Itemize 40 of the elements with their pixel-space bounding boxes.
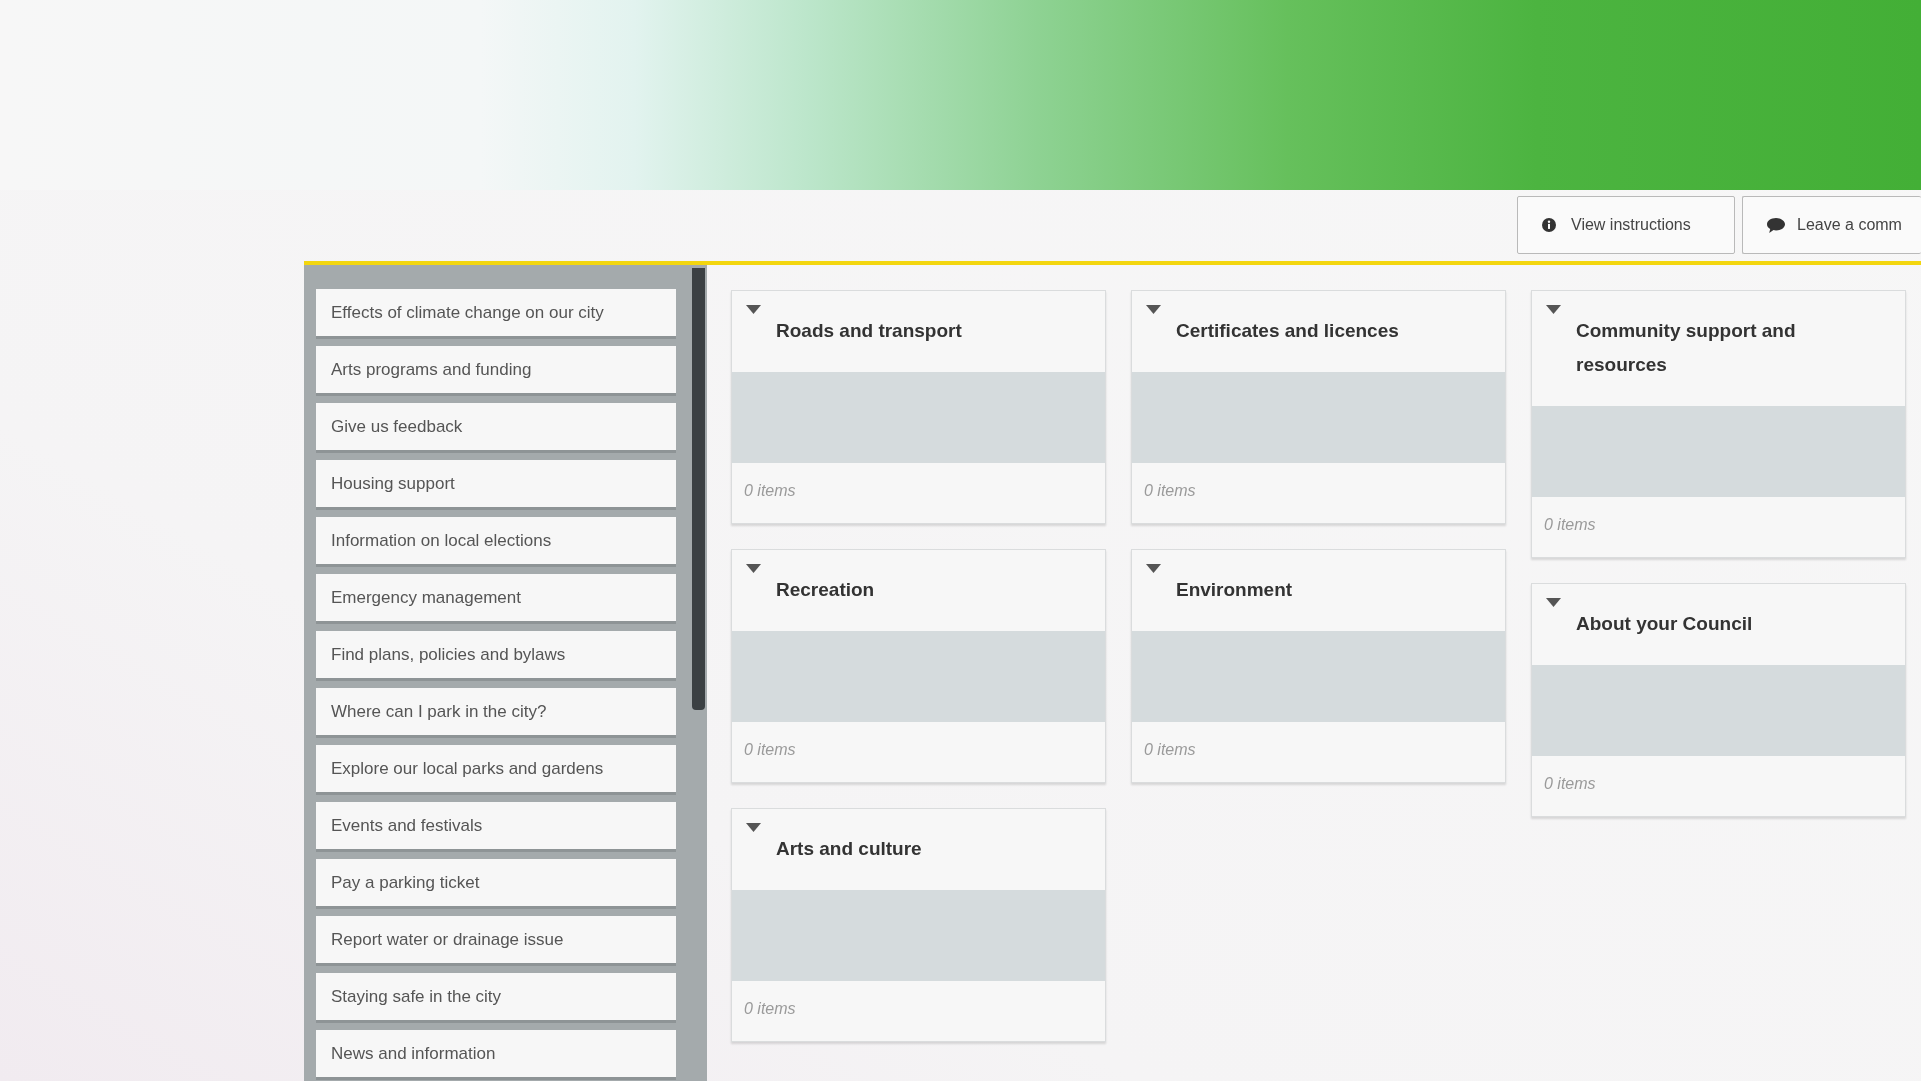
sidebar-item[interactable]: Information on local elections	[316, 517, 676, 564]
sidebar-item[interactable]: Explore our local parks and gardens	[316, 745, 676, 792]
caret-icon[interactable]	[1546, 598, 1561, 607]
sidebar-item[interactable]: News and information	[316, 1030, 676, 1077]
sidebar-item[interactable]: Find plans, policies and bylaws	[316, 631, 676, 678]
item-count: 0 items	[1544, 774, 1596, 794]
sidebar-item[interactable]: Housing support	[316, 460, 676, 507]
info-icon	[1542, 218, 1556, 232]
card-title: Community support and resources	[1576, 319, 1797, 377]
card-title: Arts and culture	[776, 837, 923, 861]
instructions-button[interactable]: View instructions	[1517, 196, 1735, 254]
sidebar-item[interactable]: Arts programs and funding	[316, 346, 676, 393]
card-title: Certificates and licences	[1176, 319, 1400, 343]
sidebar-item[interactable]: Where can I park in the city?	[316, 688, 676, 735]
caret-icon[interactable]	[1146, 564, 1161, 573]
caret-icon[interactable]	[1546, 305, 1561, 314]
item-count: 0 items	[744, 481, 796, 501]
caret-icon[interactable]	[1146, 305, 1161, 314]
card-title: Recreation	[776, 578, 876, 602]
item-count: 0 items	[744, 999, 796, 1019]
scrollbar-thumb[interactable]	[692, 268, 705, 710]
sidebar-item[interactable]: Pay a parking ticket	[316, 859, 676, 906]
caret-icon[interactable]	[746, 564, 761, 573]
item-count: 0 items	[1144, 740, 1196, 760]
card-title: Roads and transport	[776, 319, 963, 343]
speech-bubble-icon	[1767, 217, 1785, 233]
card-title: About your Council	[1576, 612, 1754, 636]
sidebar-item[interactable]: Staying safe in the city	[316, 973, 676, 1020]
sidebar-item[interactable]: Report water or drainage issue	[316, 916, 676, 963]
caret-icon[interactable]	[746, 305, 761, 314]
sidebar-item[interactable]: Emergency management	[316, 574, 676, 621]
item-count: 0 items	[1144, 481, 1196, 501]
sidebar-item[interactable]: Events and festivals	[316, 802, 676, 849]
item-count: 0 items	[1544, 515, 1596, 535]
caret-icon[interactable]	[746, 823, 761, 832]
comment-button[interactable]: Leave a comm	[1742, 196, 1921, 254]
item-count: 0 items	[744, 740, 796, 760]
sidebar-item[interactable]: Give us feedback	[316, 403, 676, 450]
sidebar-item[interactable]: Effects of climate change on our city	[316, 289, 676, 336]
card-title: Environment	[1176, 578, 1294, 602]
